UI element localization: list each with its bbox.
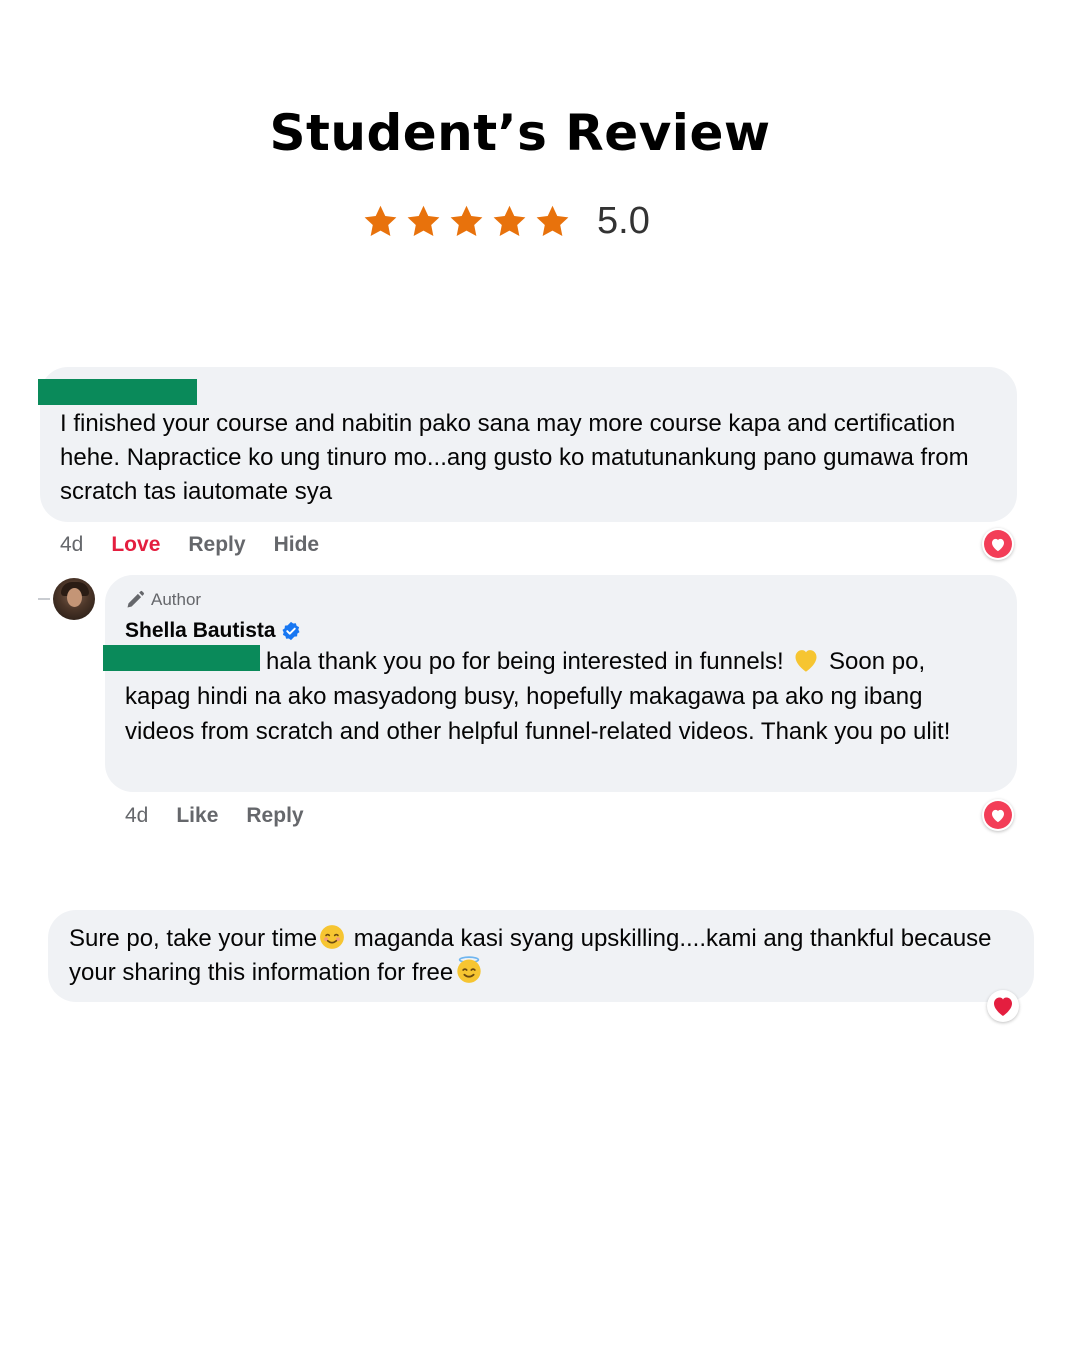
pencil-icon [127,590,145,608]
reaction-badge[interactable] [987,990,1019,1022]
smiling-face-icon [320,925,345,949]
heart-icon [992,809,1004,822]
author-badge-label: Author [151,590,202,609]
rating-value: 5.0 [597,199,650,242]
star-icon [364,205,397,236]
comment-text-part1: Sure po, take your time [69,925,318,952]
reply-text: hala thank you po for being interested i… [125,644,995,749]
thread-connector [38,598,50,600]
reply-button[interactable]: Reply [188,533,245,557]
star-rating: 5.0 [362,198,650,244]
reply-actions: 4d Like Reply [125,804,332,828]
like-button[interactable]: Like [176,804,218,828]
comment-bubble: Sure po, take your time maganda kasi sya… [48,910,1034,1002]
comment-timestamp: 4d [60,533,84,556]
verified-icon [282,621,300,641]
star-icon [407,205,440,236]
smiling-face-with-halo-icon [457,956,481,983]
reply-text-part1: hala thank you po for being interested i… [266,648,784,675]
avatar[interactable] [53,578,95,620]
reply-button[interactable]: Reply [246,804,303,828]
comment-text: Sure po, take your time maganda kasi sya… [69,922,1009,990]
author-name[interactable]: Shella Bautista [125,619,301,643]
hide-button[interactable]: Hide [274,533,320,557]
reply-bubble: Author Shella Bautista hala thank you po… [103,575,1017,792]
reaction-badge[interactable] [982,799,1014,831]
heart-icon [994,997,1012,1016]
comment-bubble: I finished your course and nabitin pako … [38,367,1017,522]
author-name-label: Shella Bautista [125,619,276,642]
star-icon [450,205,483,236]
yellow-heart-icon [795,650,817,672]
love-reaction-button[interactable]: Love [111,533,160,557]
author-badge: Author [125,590,201,610]
star-icon [536,205,569,236]
reaction-badge[interactable] [982,528,1014,560]
stars-row [362,203,571,240]
reply-timestamp: 4d [125,804,149,827]
comment-text: I finished your course and nabitin pako … [60,410,969,505]
comment-actions: 4d Love Reply Hide [60,533,347,557]
heart-icon [992,538,1004,551]
redacted-name [38,379,197,405]
star-icon [493,205,526,236]
page-title: Student’s Review [269,104,771,162]
